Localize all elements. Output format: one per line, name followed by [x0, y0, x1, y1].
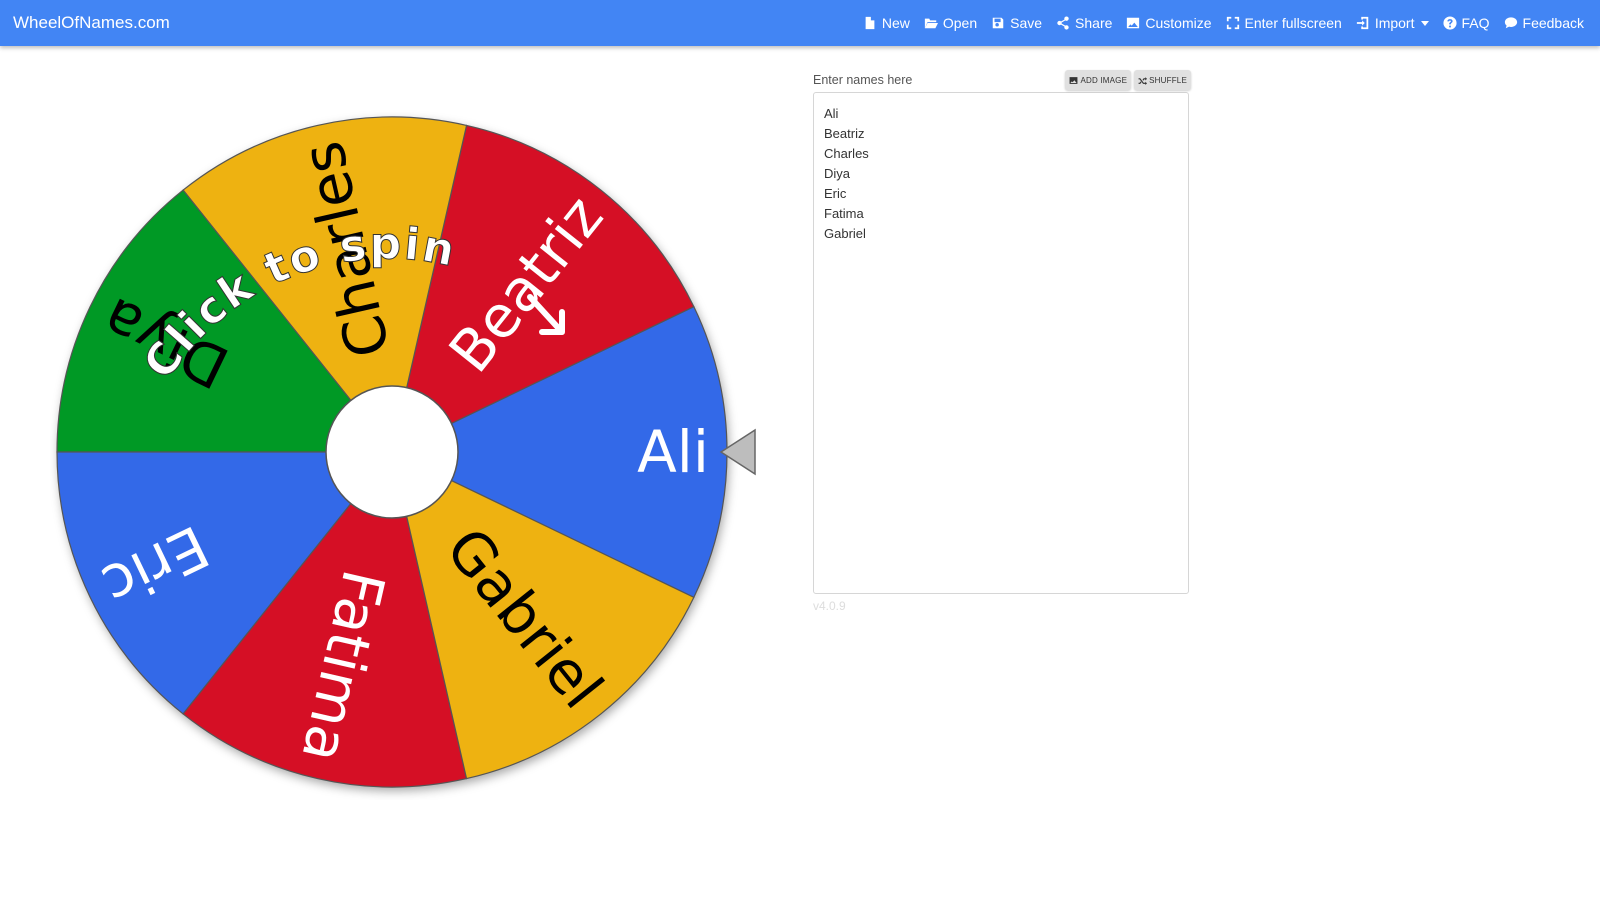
- shuffle-label: SHUFFLE: [1149, 75, 1187, 85]
- caret-down-icon: [1420, 20, 1429, 26]
- fullscreen-label: Enter fullscreen: [1244, 15, 1342, 31]
- name-entry: Ali: [824, 106, 839, 121]
- segment-label: Ali: [637, 418, 709, 486]
- name-entry: Diya: [824, 166, 851, 181]
- fullscreen-icon: [1226, 16, 1239, 30]
- save-label: Save: [1010, 15, 1043, 31]
- save-icon: [992, 17, 1004, 29]
- names-panel: Enter names here ADD IMAGE SHUFFLE Ali B…: [813, 69, 1191, 613]
- name-entry: Charles: [824, 146, 869, 161]
- customize-label: Customize: [1145, 15, 1212, 31]
- open-button[interactable]: Open: [924, 15, 977, 31]
- question-icon: [1442, 16, 1457, 30]
- version-text: v4.0.9: [813, 599, 846, 613]
- name-entry: Beatriz: [824, 126, 865, 141]
- share-icon: [1057, 16, 1069, 30]
- feedback-label: Feedback: [1522, 15, 1584, 31]
- names-header: Enter names here ADD IMAGE SHUFFLE: [813, 69, 1191, 91]
- names-label: Enter names here: [813, 73, 913, 87]
- brand-link[interactable]: WheelOfNames.com: [13, 13, 170, 33]
- file-icon: [865, 16, 875, 30]
- name-entry: Fatima: [824, 206, 864, 221]
- wheel-hub[interactable]: [325, 385, 459, 519]
- shuffle-button[interactable]: SHUFFLE: [1134, 70, 1191, 90]
- import-icon: [1356, 16, 1369, 30]
- fullscreen-button[interactable]: Enter fullscreen: [1226, 15, 1342, 31]
- comment-icon: [1504, 17, 1517, 29]
- image-icon: [1070, 76, 1078, 84]
- share-label: Share: [1075, 15, 1113, 31]
- top-navbar: WheelOfNames.com New Open Save Share Cus…: [0, 0, 1600, 46]
- customize-button[interactable]: Customize: [1126, 15, 1212, 31]
- name-entry: Gabriel: [824, 226, 866, 241]
- image-icon: [1127, 17, 1140, 29]
- folder-open-icon: [924, 18, 938, 29]
- open-label: Open: [942, 15, 978, 31]
- wheel[interactable]: AliBeatrizCharlesDiyaEric Fatima GabrielCl…: [50, 110, 780, 800]
- faq-button[interactable]: FAQ: [1442, 15, 1490, 31]
- name-entry: Eric: [824, 186, 847, 201]
- names-textarea[interactable]: Ali Beatriz Charles Diya Eric Fatima Gab…: [813, 92, 1189, 594]
- faq-label: FAQ: [1461, 15, 1490, 31]
- add-image-button[interactable]: ADD IMAGE: [1065, 70, 1132, 90]
- save-button[interactable]: Save: [991, 15, 1042, 31]
- import-dropdown[interactable]: Import: [1356, 15, 1429, 31]
- shuffle-icon: [1138, 76, 1148, 85]
- new-button[interactable]: New: [863, 15, 910, 31]
- wheel-container[interactable]: Ali Beatriz Charles Diya Eric Fatima Gabriel Cl…: [50, 110, 780, 800]
- share-button[interactable]: Share: [1056, 15, 1112, 31]
- new-label: New: [881, 15, 910, 31]
- import-label: Import: [1374, 15, 1415, 31]
- nav-menu: New Open Save Share Customize Enter full…: [849, 0, 1584, 46]
- feedback-button[interactable]: Feedback: [1504, 15, 1584, 31]
- add-image-label: ADD IMAGE: [1080, 75, 1128, 85]
